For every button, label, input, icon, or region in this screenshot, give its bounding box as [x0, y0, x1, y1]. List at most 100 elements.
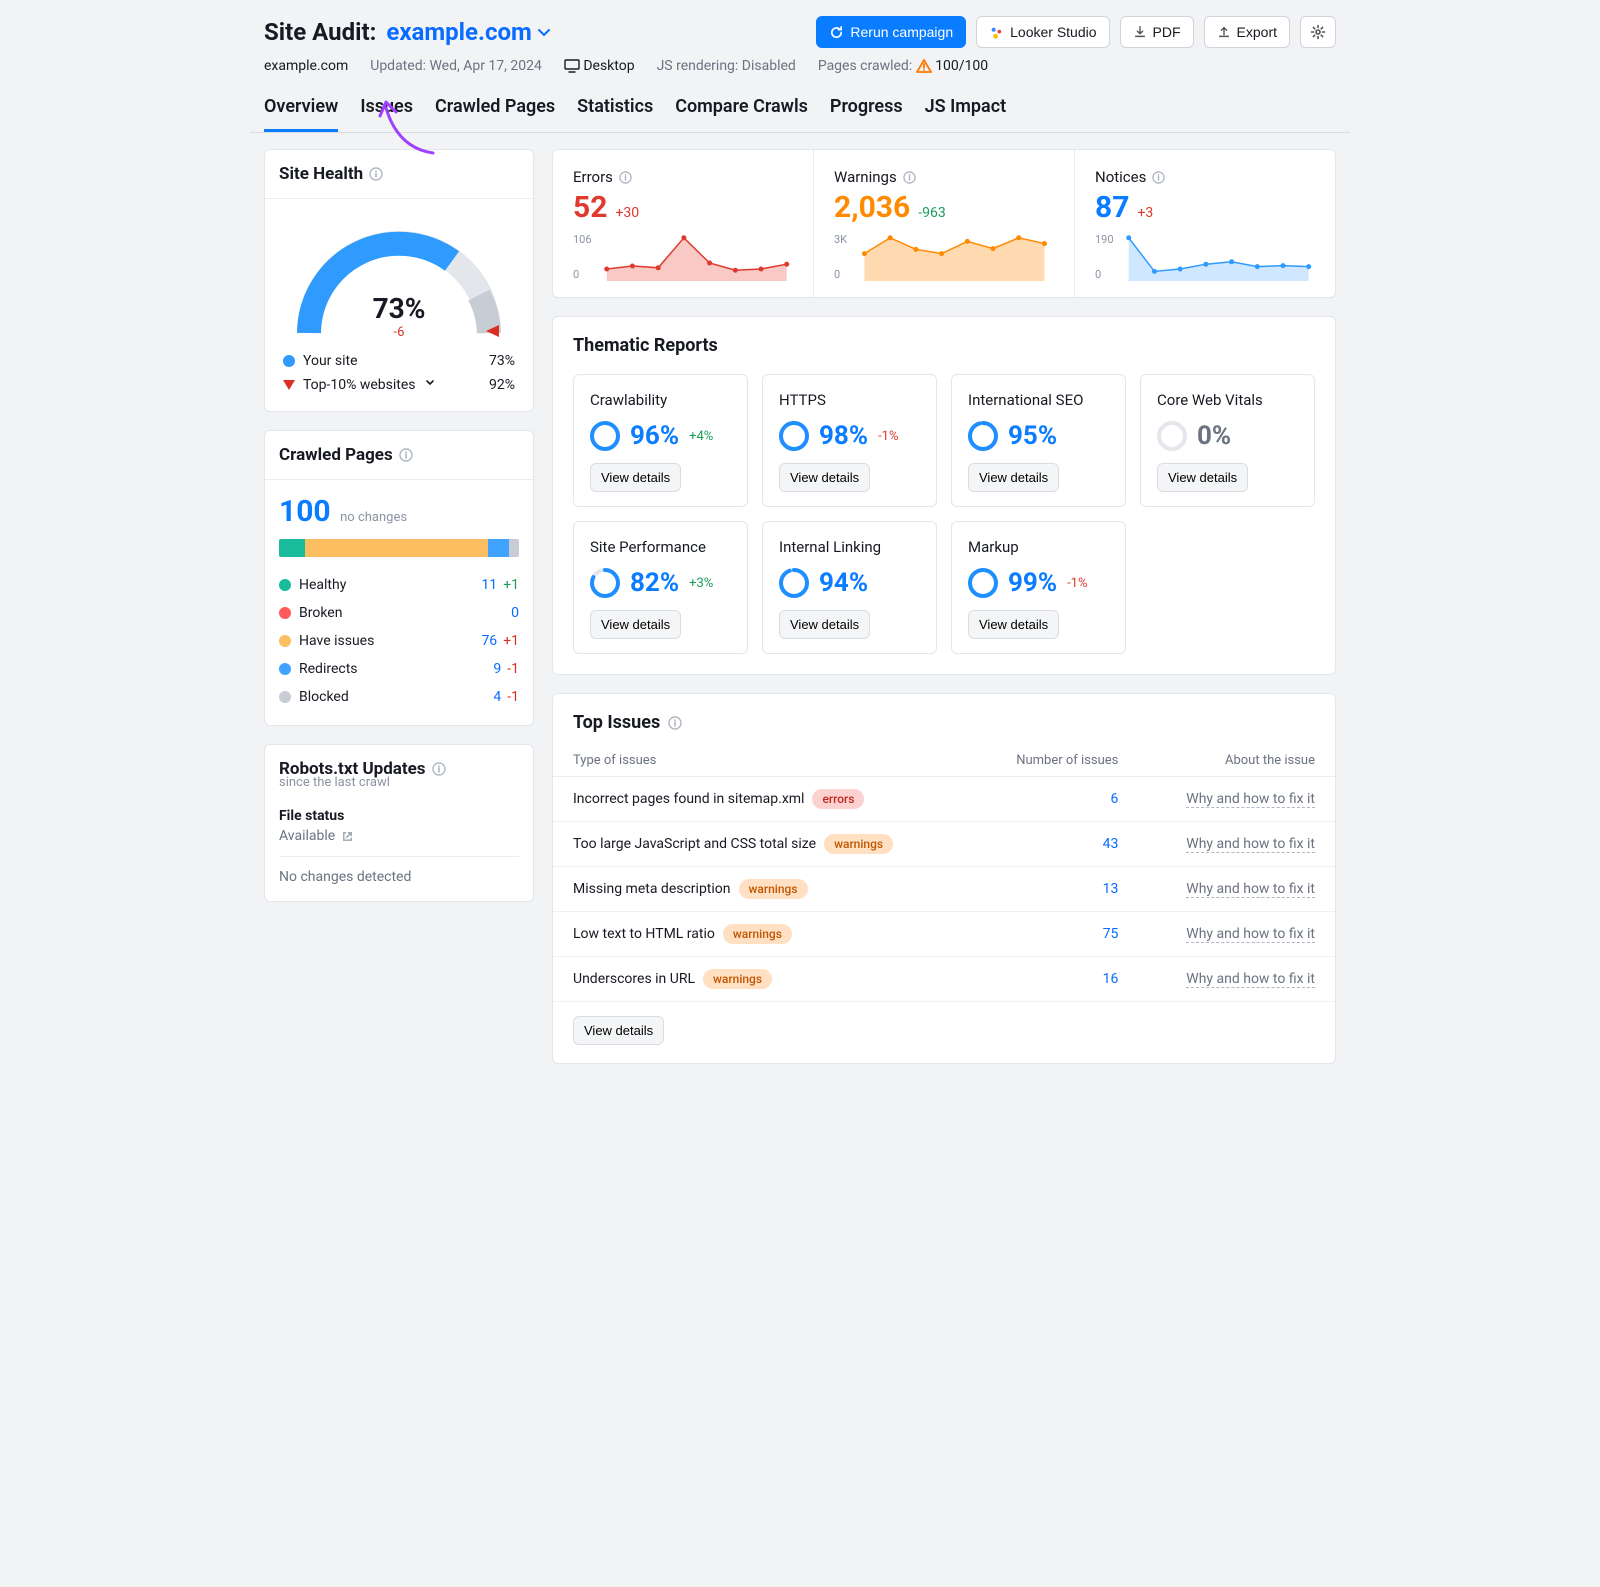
metric-cell-warnings: Warnings2,036-9633K0: [813, 150, 1074, 297]
legend-dot-icon: [279, 579, 291, 591]
crawled-row-value[interactable]: 76: [481, 633, 497, 649]
issue-count[interactable]: 6: [1110, 791, 1118, 807]
issue-count[interactable]: 43: [1103, 836, 1119, 852]
domain-dropdown[interactable]: example.com: [386, 18, 551, 46]
info-icon[interactable]: [432, 762, 446, 776]
thematic-title: Thematic Reports: [553, 317, 1335, 360]
issues-summary-card: Errors52+301060Warnings2,036-9633K0Notic…: [552, 149, 1336, 298]
legend-row: Top-10% websites92%: [279, 373, 519, 397]
issue-name: Incorrect pages found in sitemap.xml: [573, 791, 804, 807]
metric-value[interactable]: 52: [573, 190, 607, 225]
top-issues-title: Top Issues: [573, 712, 660, 733]
table-row: Low text to HTML ratiowarnings75Why and …: [553, 912, 1335, 957]
why-how-fix-link[interactable]: Why and how to fix it: [1186, 971, 1315, 988]
robots-status-text: Available: [279, 828, 335, 844]
thematic-name: International SEO: [968, 391, 1109, 409]
device-indicator: Desktop: [564, 58, 635, 74]
view-details-button[interactable]: View details: [779, 610, 870, 639]
view-details-button[interactable]: View details: [968, 610, 1059, 639]
info-icon[interactable]: [1152, 171, 1165, 184]
why-how-fix-link[interactable]: Why and how to fix it: [1186, 881, 1315, 898]
page-title: Site Audit:: [264, 18, 376, 46]
crawled-row-label: Healthy: [299, 577, 346, 593]
thematic-name: Core Web Vitals: [1157, 391, 1298, 409]
rerun-label: Rerun campaign: [850, 24, 953, 40]
info-icon[interactable]: [903, 171, 916, 184]
issue-name: Low text to HTML ratio: [573, 926, 715, 942]
metric-delta: +30: [615, 205, 639, 221]
info-icon[interactable]: [668, 716, 682, 730]
tab-statistics[interactable]: Statistics: [577, 96, 653, 132]
thematic-card-site-performance: Site Performance82%+3%View details: [573, 521, 748, 654]
info-icon[interactable]: [369, 167, 383, 181]
info-icon[interactable]: [399, 448, 413, 462]
top-issues-view-details-button[interactable]: View details: [573, 1016, 664, 1045]
crawled-row: Healthy11+1: [279, 571, 519, 599]
tab-progress[interactable]: Progress: [830, 96, 903, 132]
site-health-gauge: 73% -6: [279, 213, 519, 349]
info-icon[interactable]: [619, 171, 632, 184]
issue-count[interactable]: 16: [1103, 971, 1119, 987]
refresh-icon: [829, 25, 844, 40]
metric-value[interactable]: 87: [1095, 190, 1129, 225]
donut-icon: [779, 568, 809, 598]
tab-js-impact[interactable]: JS Impact: [925, 96, 1007, 132]
metric-delta: +3: [1137, 205, 1153, 221]
pdf-label: PDF: [1153, 24, 1181, 40]
why-how-fix-link[interactable]: Why and how to fix it: [1186, 926, 1315, 943]
crawled-row-label: Redirects: [299, 661, 358, 677]
crawled-row-value[interactable]: 11: [481, 577, 497, 593]
view-details-button[interactable]: View details: [590, 610, 681, 639]
robots-subtitle: since the last crawl: [265, 775, 533, 802]
spark-ymin: 0: [573, 268, 592, 281]
settings-button[interactable]: [1300, 16, 1336, 48]
issue-count[interactable]: 75: [1103, 926, 1119, 942]
crawled-row-value[interactable]: 4: [493, 689, 501, 705]
donut-icon: [1157, 421, 1187, 451]
issue-count[interactable]: 13: [1103, 881, 1119, 897]
why-how-fix-link[interactable]: Why and how to fix it: [1186, 836, 1315, 853]
view-details-button[interactable]: View details: [779, 463, 870, 492]
export-button[interactable]: Export: [1204, 16, 1290, 48]
sparkline: 106 0: [573, 233, 793, 281]
gauge-delta: -6: [394, 325, 405, 340]
pdf-button[interactable]: PDF: [1120, 16, 1194, 48]
thematic-percent: 0%: [1197, 421, 1231, 451]
crawled-total[interactable]: 100: [279, 494, 331, 529]
legend-dot-icon: [279, 663, 291, 675]
legend-dot-icon: [279, 691, 291, 703]
thematic-name: HTTPS: [779, 391, 920, 409]
metric-value[interactable]: 2,036: [834, 190, 910, 225]
crawled-row-value[interactable]: 0: [511, 605, 519, 621]
crawled-row-value[interactable]: 9: [493, 661, 501, 677]
subdomain-text: example.com: [264, 58, 348, 74]
table-header: About the issue: [1138, 745, 1335, 777]
why-how-fix-link[interactable]: Why and how to fix it: [1186, 791, 1315, 808]
thematic-card-https: HTTPS98%-1%View details: [762, 374, 937, 507]
legend-value: 73%: [489, 353, 515, 369]
donut-icon: [968, 421, 998, 451]
crawled-stacked-bar: [279, 539, 519, 557]
tab-crawled-pages[interactable]: Crawled Pages: [435, 96, 555, 132]
robots-status-value[interactable]: Available: [279, 828, 519, 844]
crawled-row: Have issues76+1: [279, 627, 519, 655]
rerun-campaign-button[interactable]: Rerun campaign: [816, 16, 966, 48]
thematic-percent: 98%: [819, 421, 868, 451]
chevron-down-icon[interactable]: [424, 377, 436, 393]
tab-issues[interactable]: Issues: [360, 96, 413, 132]
view-details-button[interactable]: View details: [1157, 463, 1248, 492]
view-details-button[interactable]: View details: [590, 463, 681, 492]
tab-overview[interactable]: Overview: [264, 96, 338, 132]
thematic-card-international-seo: International SEO 95% View details: [951, 374, 1126, 507]
robots-status-label: File status: [279, 808, 519, 824]
crawled-row-label: Broken: [299, 605, 342, 621]
issue-name: Underscores in URL: [573, 971, 695, 987]
looker-studio-button[interactable]: Looker Studio: [976, 16, 1109, 48]
thematic-percent: 95%: [1008, 421, 1057, 451]
donut-icon: [779, 421, 809, 451]
page-header: Site Audit: example.com Rerun campaign L…: [250, 0, 1350, 84]
view-details-button[interactable]: View details: [968, 463, 1059, 492]
crawled-row: Broken 0: [279, 599, 519, 627]
spark-ymax: 106: [573, 233, 592, 246]
tab-compare-crawls[interactable]: Compare Crawls: [675, 96, 808, 132]
